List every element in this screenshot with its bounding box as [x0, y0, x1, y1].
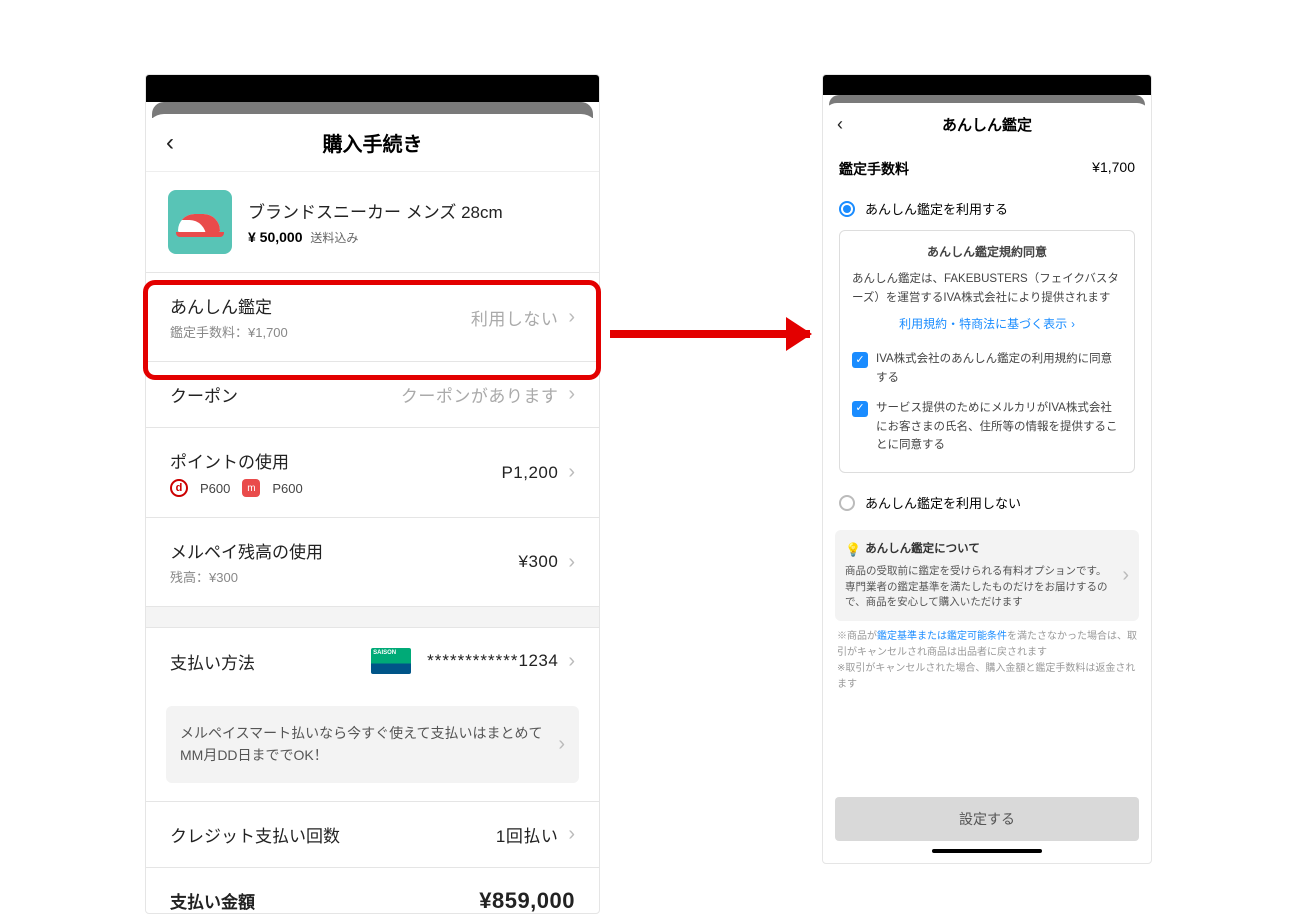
fee-label: 鑑定手数料 [839, 159, 909, 179]
terms-heading: あんしん鑑定規約同意 [852, 243, 1122, 262]
check-iva-terms[interactable]: ✓ IVA株式会社のあんしん鑑定の利用規約に同意する [852, 344, 1122, 393]
merpay-value: ¥300 [519, 552, 559, 572]
chevron-right-icon: › [568, 551, 575, 574]
anshin-title: あんしん鑑定 [170, 293, 288, 318]
status-bar [146, 75, 599, 102]
chevron-right-icon: › [568, 383, 575, 406]
terms-link[interactable]: 利用規約・特商法に基づく表示 [899, 317, 1067, 331]
terms-box: あんしん鑑定規約同意 あんしん鑑定は、FAKEBUSTERS（フェイクバスターズ… [839, 230, 1135, 473]
check-data-share[interactable]: ✓ サービス提供のためにメルカリがIVA株式会社にお客さまの氏名、住所等の情報を… [852, 393, 1122, 460]
radio-skip-label: あんしん鑑定を利用しない [865, 493, 1021, 512]
page-title: あんしん鑑定 [942, 114, 1032, 135]
chevron-right-icon: › [568, 306, 575, 329]
coupon-row[interactable]: クーポン クーポンがあります › [146, 361, 599, 427]
sneaker-icon [176, 207, 224, 237]
credit-times-value: 1回払い [496, 822, 558, 847]
smartpay-notice[interactable]: メルペイスマート払いなら今すぐ使えて支払いはまとめてMM月DD日まででOK！ › [166, 706, 579, 783]
fine-print: ※商品が鑑定基準または鑑定可能条件を満たさなかった場合は、取引がキャンセルされ商… [823, 629, 1151, 693]
check1-label: IVA株式会社のあんしん鑑定の利用規約に同意する [876, 350, 1122, 387]
anshin-row[interactable]: あんしん鑑定 鑑定手数料：¥1,700 利用しない › [146, 272, 599, 361]
arrow-right-icon [610, 330, 810, 338]
check2-label: サービス提供のためにメルカリがIVA株式会社にお客さまの氏名、住所等の情報を提供… [876, 399, 1122, 454]
coupon-title: クーポン [170, 382, 238, 407]
chevron-right-icon: › [568, 823, 575, 846]
points-title: ポイントの使用 [170, 448, 303, 473]
card-last4: 1234 [519, 651, 559, 670]
smartpay-text: メルペイスマート払いなら今すぐ使えて支払いはまとめてMM月DD日まででOK！ [180, 722, 558, 767]
credit-times-title: クレジット支払い回数 [170, 822, 340, 847]
chevron-right-icon: › [568, 461, 575, 484]
mercari-point-icon: m [242, 479, 260, 497]
radio-off-icon [839, 495, 855, 511]
info-card[interactable]: 💡あんしん鑑定について 商品の受取前に鑑定を受けられる有料オプションです。専門業… [835, 530, 1139, 621]
chevron-right-icon: › [558, 733, 565, 756]
radio-skip[interactable]: あんしん鑑定を利用しない [823, 485, 1151, 524]
product-price: ¥ 50,000 [248, 229, 303, 245]
anshin-value: 利用しない [471, 305, 559, 330]
lightbulb-icon: 💡 [845, 540, 861, 560]
mercari-point-amount: P600 [272, 481, 302, 496]
dpoint-icon: d [170, 479, 188, 497]
product-name: ブランドスニーカー メンズ 28cm [248, 198, 503, 223]
terms-body: あんしん鑑定は、FAKEBUSTERS（フェイクバスターズ）を運営するIVA株式… [852, 270, 1122, 307]
payment-method-row[interactable]: 支払い方法 ************1234 › [146, 628, 599, 694]
chevron-right-icon: › [568, 650, 575, 673]
radio-on-icon [839, 201, 855, 217]
fee-value: ¥1,700 [1092, 159, 1135, 179]
points-value: P1,200 [501, 463, 558, 483]
total-value: ¥859,000 [479, 888, 575, 914]
info-heading: あんしん鑑定について [865, 541, 980, 558]
set-button[interactable]: 設定する [835, 797, 1139, 841]
dpoint-amount: P600 [200, 481, 230, 496]
coupon-value: クーポンがあります [401, 382, 559, 407]
total-title: 支払い金額 [170, 888, 255, 913]
payment-title: 支払い方法 [170, 649, 255, 674]
criteria-link[interactable]: 鑑定基準または鑑定可能条件 [877, 631, 1007, 642]
status-bar [823, 75, 1151, 95]
points-row[interactable]: ポイントの使用 d P600 m P600 P1,200 › [146, 427, 599, 517]
back-icon[interactable]: ‹ [837, 114, 843, 135]
section-divider [146, 606, 599, 628]
anshin-detail-screen: ‹ あんしん鑑定 鑑定手数料 ¥1,700 あんしん鑑定を利用する あんしん鑑定… [822, 74, 1152, 864]
radio-use-label: あんしん鑑定を利用する [865, 199, 1008, 218]
saison-card-icon [371, 648, 411, 674]
radio-use[interactable]: あんしん鑑定を利用する [823, 191, 1151, 230]
checkbox-on-icon: ✓ [852, 401, 868, 417]
checkout-screen: ‹ 購入手続き ブランドスニーカー メンズ 28cm ¥ 50,000 送料込み… [145, 74, 600, 914]
merpay-balance: 残高：¥300 [170, 567, 323, 586]
product-thumbnail [168, 190, 232, 254]
shipping-label: 送料込み [310, 231, 358, 245]
merpay-title: メルペイ残高の使用 [170, 538, 323, 563]
page-title: 購入手続き [323, 128, 423, 157]
chevron-right-icon: › [1122, 564, 1129, 587]
product-row: ブランドスニーカー メンズ 28cm ¥ 50,000 送料込み [146, 172, 599, 272]
total-row: 支払い金額 ¥859,000 [146, 867, 599, 914]
credit-times-row[interactable]: クレジット支払い回数 1回払い › [146, 801, 599, 867]
info-body: 商品の受取前に鑑定を受けられる有料オプションです。専門業者の鑑定基準を満たしたも… [845, 565, 1108, 609]
card-mask: ************ [427, 651, 518, 670]
back-icon[interactable]: ‹ [166, 129, 174, 157]
checkbox-on-icon: ✓ [852, 352, 868, 368]
chevron-right-icon: › [1071, 319, 1075, 331]
fee-row: 鑑定手数料 ¥1,700 [823, 145, 1151, 191]
home-indicator [932, 849, 1042, 853]
merpay-row[interactable]: メルペイ残高の使用 残高：¥300 ¥300 › [146, 517, 599, 606]
anshin-fee: 鑑定手数料：¥1,700 [170, 322, 288, 341]
